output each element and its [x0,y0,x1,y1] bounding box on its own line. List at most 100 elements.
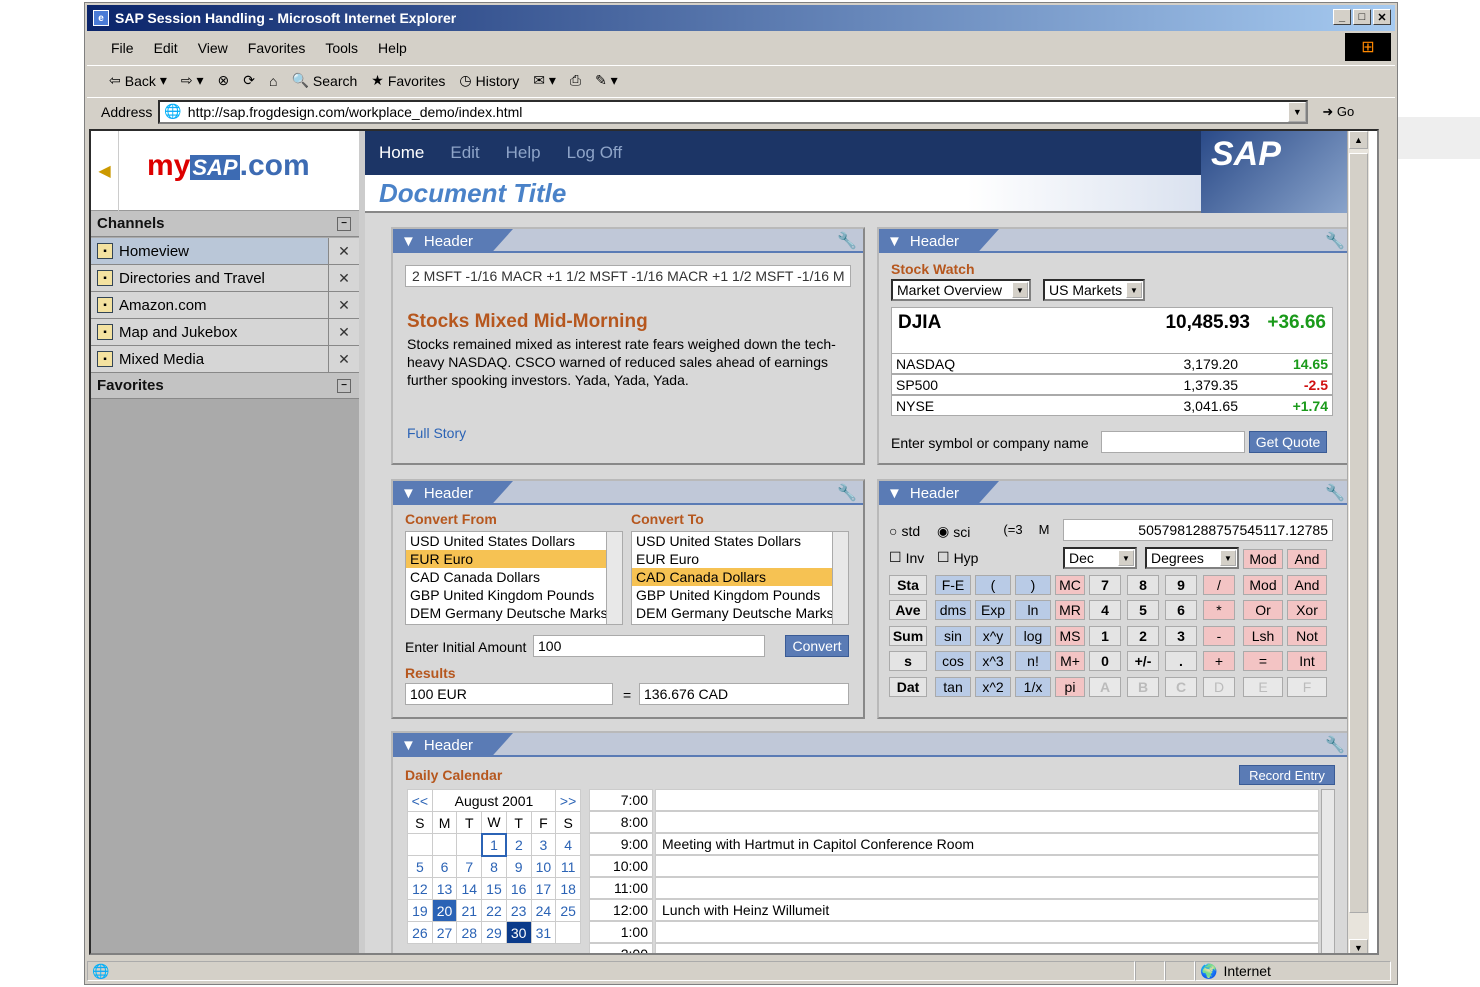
calc-key[interactable]: B [1127,676,1159,697]
calc-key[interactable]: Dat [889,676,927,697]
calc-key[interactable]: x^2 [975,676,1011,697]
calendar-day[interactable]: 3 [530,833,557,856]
full-story-link[interactable]: Full Story [407,425,466,441]
calc-key[interactable]: Int [1287,651,1327,671]
currency-option[interactable]: CAD Canada Dollars [406,568,622,586]
schedule-event[interactable] [655,811,1319,833]
calc-key[interactable]: And [1287,549,1327,569]
calendar-day[interactable]: 12 [407,877,433,900]
calc-key[interactable]: 1/x [1015,676,1051,697]
schedule-scrollbar[interactable] [1321,789,1335,953]
currency-option[interactable]: EUR Euro [632,550,848,568]
calendar-day[interactable]: 23 [505,899,532,922]
calc-key[interactable]: 8 [1127,574,1159,595]
nav-logoff[interactable]: Log Off [567,143,622,163]
calendar-day[interactable]: 16 [505,877,532,900]
calendar-day[interactable]: 28 [456,921,483,944]
schedule-row[interactable]: 9:00 Meeting with Hartmut in Capitol Conf… [589,833,1319,855]
address-dropdown-icon[interactable]: ▼ [1288,101,1307,122]
minimize-button[interactable]: _ [1333,9,1351,25]
sidebar-item-0[interactable]: ▪ Homeview ✕ [91,238,359,265]
calc-key[interactable]: Lsh [1243,625,1283,646]
calc-key[interactable]: F-E [935,574,971,595]
calendar-day[interactable]: 8 [481,855,507,878]
calc-key[interactable]: Sta [889,574,927,595]
mode-sci[interactable]: ◉ sci [937,523,970,540]
calc-key[interactable]: x^y [975,625,1011,646]
currency-option[interactable]: DEM Germany Deutsche Marks [632,604,848,622]
angle-select[interactable]: Degrees ▼ [1145,547,1239,569]
calc-key[interactable]: Xor [1287,600,1327,620]
calendar-day[interactable]: 1 [480,832,508,857]
schedule-event[interactable] [655,943,1319,953]
calc-key[interactable]: Mod [1243,574,1283,595]
history-button[interactable]: ◷ History [459,72,519,89]
maximize-button[interactable]: □ [1353,9,1371,25]
schedule-event[interactable] [655,921,1319,943]
calc-key[interactable]: pi [1055,676,1085,697]
calc-key[interactable]: D [1203,676,1235,697]
calendar-day[interactable]: 26 [407,921,433,944]
menu-favorites[interactable]: Favorites [248,40,306,56]
calc-key[interactable]: . [1165,651,1197,671]
calendar-day[interactable]: 30 [505,921,532,944]
currency-option[interactable]: CAD Canada Dollars [632,568,848,586]
calc-key[interactable]: +/- [1127,651,1159,671]
sidebar-item-2[interactable]: ▪ Amazon.com ✕ [91,292,359,319]
currency-option[interactable]: USD United States Dollars [406,532,622,550]
prev-month-button[interactable]: << [407,789,433,812]
go-button[interactable]: ➜ Go [1322,104,1354,120]
schedule-row[interactable]: 12:00 Lunch with Heinz Willumeit [589,899,1319,921]
inv-checkbox[interactable]: ☐ Inv [889,549,924,566]
calc-key[interactable]: 9 [1165,574,1197,595]
schedule-row[interactable]: 7:00 [589,789,1319,811]
calc-key[interactable]: 0 [1089,651,1121,671]
menu-tools[interactable]: Tools [325,40,358,56]
currency-option[interactable]: USD United States Dollars [632,532,848,550]
sidebar-item-label-area[interactable]: ▪ Amazon.com [91,292,329,318]
calendar-day[interactable]: 5 [407,855,433,878]
symbol-input[interactable] [1101,431,1245,453]
calc-key[interactable]: F [1287,676,1327,697]
calc-key[interactable]: M+ [1055,651,1085,671]
calc-key[interactable]: log [1015,625,1051,646]
nav-help[interactable]: Help [506,143,541,163]
calendar-day[interactable]: 10 [530,855,557,878]
convert-from-list[interactable]: USD United States Dollars EUR Euro CAD Can… [405,531,623,625]
convert-to-list[interactable]: USD United States Dollars EUR Euro CAD Can… [631,531,849,625]
calendar-day[interactable]: 31 [530,921,557,944]
calendar-day[interactable]: 14 [456,877,483,900]
calc-key[interactable]: = [1243,651,1283,671]
wrench-icon[interactable]: 🔧 [837,483,857,503]
refresh-icon[interactable]: ⟳ [243,72,255,89]
menu-help[interactable]: Help [378,40,407,56]
collapse-nav-icon[interactable]: ◀ [91,131,119,211]
hyp-checkbox[interactable]: ☐ Hyp [937,549,978,566]
calc-key[interactable]: - [1203,625,1235,646]
sidebar-item-4[interactable]: ▪ Mixed Media ✕ [91,346,359,373]
calc-key[interactable]: Exp [975,600,1011,620]
calc-key[interactable]: cos [935,651,971,671]
forward-button[interactable]: ⇨ ▾ [181,72,204,89]
sidebar-item-1[interactable]: ▪ Directories and Travel ✕ [91,265,359,292]
schedule-row[interactable]: 10:00 [589,855,1319,877]
menu-edit[interactable]: Edit [154,40,178,56]
calendar-day[interactable]: 24 [530,899,557,922]
schedule-row[interactable]: 2:00 [589,943,1319,953]
close-icon[interactable]: ✕ [329,238,359,264]
mail-icon[interactable]: ✉ ▾ [533,72,556,89]
calc-key[interactable]: 3 [1165,625,1197,646]
sidebar-item-3[interactable]: ▪ Map and Jukebox ✕ [91,319,359,346]
calc-key[interactable]: 6 [1165,600,1197,620]
calc-key[interactable]: MR [1055,600,1085,620]
base-select[interactable]: Dec ▼ [1063,547,1137,569]
calendar-day[interactable]: 21 [456,899,483,922]
collapse-favorites-icon[interactable]: − [337,378,351,393]
wrench-icon[interactable]: 🔧 [837,231,857,251]
calendar-day[interactable]: 19 [407,899,433,922]
currency-option[interactable]: GBP United Kingdom Pounds [632,586,848,604]
schedule-event[interactable]: Lunch with Heinz Willumeit [655,899,1319,921]
favorites-button[interactable]: ★ Favorites [371,72,445,89]
wrench-icon[interactable]: 🔧 [1325,735,1345,755]
calc-key[interactable]: 1 [1089,625,1121,646]
